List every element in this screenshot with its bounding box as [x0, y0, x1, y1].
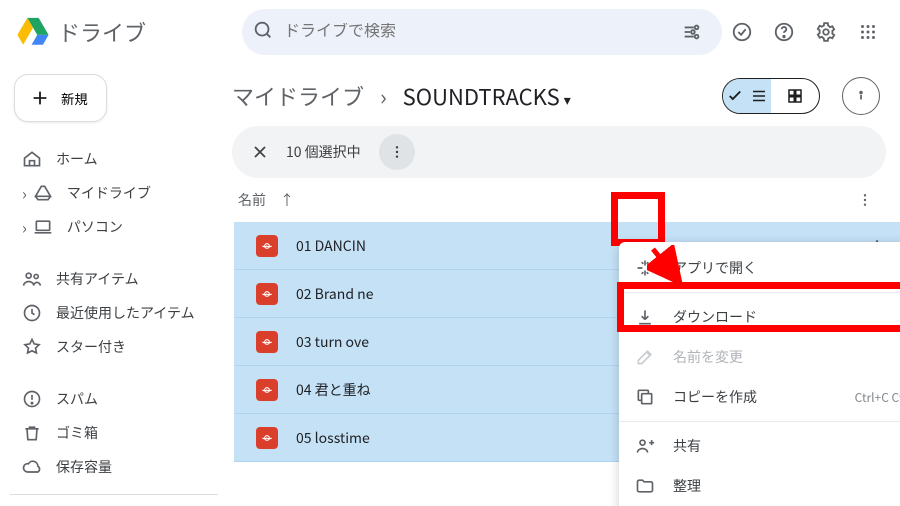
sidebar-item-home[interactable]: ホーム	[10, 142, 218, 176]
laptop-icon	[33, 217, 53, 237]
context-menu: アプリで開く▸ ダウンロード 名前を変更 コピーを作成 Ctrl+C Ctrl+V…	[619, 242, 900, 506]
more-vert-icon	[857, 192, 873, 208]
menu-label: 名前を変更	[673, 347, 743, 367]
menu-shortcut: Ctrl+C Ctrl+V	[855, 389, 900, 406]
sidebar-item-starred[interactable]: スター付き	[10, 330, 218, 364]
more-vert-icon	[389, 144, 405, 160]
clear-selection-button[interactable]	[242, 134, 278, 170]
view-grid-button[interactable]	[771, 79, 819, 113]
help-icon[interactable]	[764, 12, 804, 52]
selection-count: 10 個選択中	[286, 142, 361, 162]
menu-organize[interactable]: 整理▸	[619, 466, 900, 506]
more-actions-button[interactable]	[379, 134, 415, 170]
sidebar: 新規 ホーム マイドライブ パソコン 共有アイテム 最近使用したアイテム スター…	[0, 64, 228, 506]
column-headers: 名前 ↑	[228, 178, 900, 222]
header-actions	[722, 12, 892, 52]
sidebar-item-shared[interactable]: 共有アイテム	[10, 262, 218, 296]
apps-icon[interactable]	[848, 12, 888, 52]
search-bar[interactable]	[242, 9, 722, 55]
details-button[interactable]	[842, 77, 880, 115]
drive-icon	[33, 183, 53, 203]
search-input[interactable]	[274, 23, 672, 41]
info-icon	[854, 89, 868, 103]
drive-logo-icon	[16, 15, 50, 49]
sidebar-item-label: スパム	[56, 389, 98, 409]
ready-offline-icon[interactable]	[722, 12, 762, 52]
sidebar-item-label: 共有アイテム	[56, 269, 139, 289]
copy-icon	[635, 387, 655, 407]
breadcrumb-current[interactable]: SOUNDTRACKS▾	[403, 80, 571, 112]
gear-icon[interactable]	[806, 12, 846, 52]
menu-label: コピーを作成	[673, 387, 757, 407]
selection-bar: 10 個選択中	[232, 126, 886, 178]
open-with-icon	[635, 258, 655, 278]
sidebar-item-spam[interactable]: スパム	[10, 382, 218, 416]
audio-file-icon	[256, 235, 278, 257]
download-icon	[635, 307, 655, 327]
sidebar-item-label: ゴミ箱	[56, 423, 98, 443]
new-button[interactable]: 新規	[14, 74, 107, 122]
menu-label: 共有	[673, 436, 701, 456]
edit-icon	[635, 347, 655, 367]
check-icon	[726, 87, 744, 105]
column-menu-button[interactable]	[852, 187, 878, 213]
sort-name-header[interactable]: 名前	[238, 190, 266, 210]
logo[interactable]: ドライブ	[8, 15, 228, 49]
sidebar-item-label: 保存容量	[56, 457, 112, 477]
chevron-down-icon: ▾	[564, 90, 571, 110]
main-content: マイドライブ › SOUNDTRACKS▾ 10 個選択中 名前 ↑ 01 DA…	[228, 64, 900, 506]
breadcrumb: マイドライブ › SOUNDTRACKS▾	[228, 72, 900, 120]
menu-label: ダウンロード	[673, 307, 757, 327]
sidebar-item-mydrive[interactable]: マイドライブ	[10, 176, 218, 210]
sidebar-item-label: ホーム	[56, 149, 98, 169]
folder-icon	[635, 476, 655, 496]
sidebar-item-label: スター付き	[56, 337, 126, 357]
chevron-right-icon: ›	[380, 80, 387, 112]
sidebar-item-recent[interactable]: 最近使用したアイテム	[10, 296, 218, 330]
clock-icon	[22, 303, 42, 323]
spam-icon	[22, 389, 42, 409]
sidebar-item-label: 最近使用したアイテム	[56, 303, 195, 323]
audio-file-icon	[256, 379, 278, 401]
plus-icon	[29, 87, 51, 109]
grid-icon	[786, 87, 804, 105]
sidebar-item-trash[interactable]: ゴミ箱	[10, 416, 218, 450]
header: ドライブ	[0, 0, 900, 64]
menu-label: 整理	[673, 476, 701, 496]
audio-file-icon	[256, 427, 278, 449]
menu-make-copy[interactable]: コピーを作成 Ctrl+C Ctrl+V	[619, 377, 900, 417]
breadcrumb-current-label: SOUNDTRACKS	[403, 80, 560, 112]
trash-icon	[22, 423, 42, 443]
menu-rename: 名前を変更	[619, 337, 900, 377]
people-icon	[22, 269, 42, 289]
sidebar-item-computers[interactable]: パソコン	[10, 210, 218, 244]
home-icon	[22, 149, 42, 169]
sort-direction-icon[interactable]: ↑	[280, 190, 294, 210]
list-icon	[750, 87, 768, 105]
menu-label: アプリで開く	[673, 258, 757, 278]
menu-share[interactable]: 共有▸	[619, 426, 900, 466]
close-icon	[250, 142, 270, 162]
view-list-button[interactable]	[723, 79, 771, 113]
star-icon	[22, 337, 42, 357]
person-add-icon	[635, 436, 655, 456]
breadcrumb-root[interactable]: マイドライブ	[232, 80, 364, 112]
sidebar-item-storage[interactable]: 保存容量	[10, 450, 218, 484]
sidebar-item-label: マイドライブ	[67, 183, 151, 203]
view-toggle	[722, 78, 820, 114]
menu-open-with[interactable]: アプリで開く▸	[619, 248, 900, 288]
audio-file-icon	[256, 331, 278, 353]
cloud-icon	[22, 457, 42, 477]
filter-icon[interactable]	[672, 12, 712, 52]
new-button-label: 新規	[61, 89, 88, 108]
search-icon	[252, 19, 274, 46]
audio-file-icon	[256, 283, 278, 305]
sidebar-item-label: パソコン	[67, 217, 123, 237]
menu-download[interactable]: ダウンロード	[619, 297, 900, 337]
logo-text: ドライブ	[58, 16, 146, 48]
